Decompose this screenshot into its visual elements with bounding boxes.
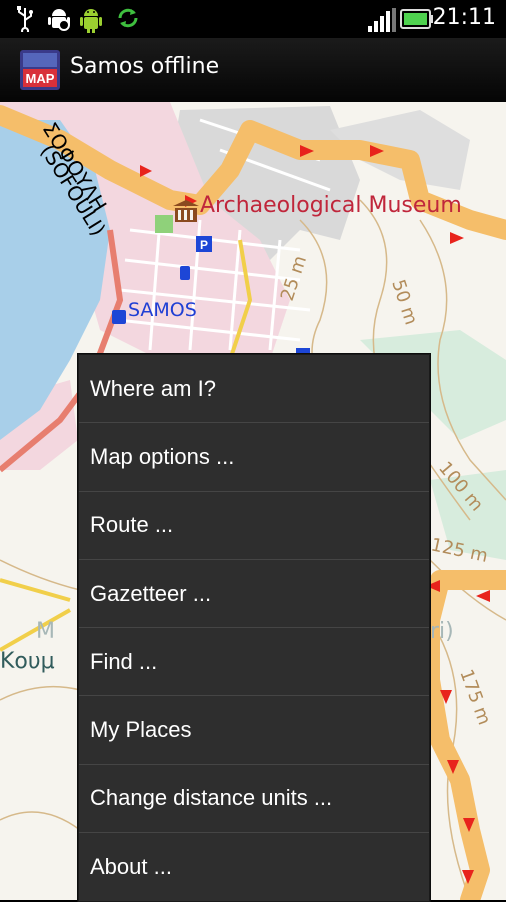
android-debug-icon: [48, 9, 70, 31]
menu-item-find[interactable]: Find ...: [79, 628, 429, 697]
menu-item-gazetteer[interactable]: Gazetteer ...: [79, 560, 429, 629]
bus-stop-icon: [180, 266, 190, 280]
museum-label: Archaeological Museum: [200, 193, 462, 218]
app-title: Samos offline: [70, 54, 220, 79]
menu-item-about[interactable]: About ...: [79, 833, 429, 901]
app-logo-icon[interactable]: MAP: [20, 50, 60, 90]
sync-icon: [118, 8, 138, 28]
town-label: SAMOS: [128, 299, 197, 321]
menu-item-route[interactable]: Route ...: [79, 492, 429, 560]
place-label-partial: Κουμ: [0, 649, 55, 674]
park-square: [155, 215, 173, 233]
signal-icon: [368, 8, 396, 32]
bus-stop-icon: [112, 310, 126, 324]
menu-item-change-distance-units[interactable]: Change distance units ...: [79, 765, 429, 834]
android-icon: [80, 9, 102, 33]
options-menu: Where am I? Map options ... Route ... Ga…: [78, 354, 430, 902]
place-label-partial: Μ: [36, 619, 55, 644]
app-logo-text: MAP: [26, 71, 55, 86]
parking-icon: P: [196, 236, 212, 252]
status-clock: 21:11: [432, 5, 496, 30]
menu-item-my-places[interactable]: My Places: [79, 696, 429, 765]
battery-icon: [400, 9, 433, 29]
menu-item-map-options[interactable]: Map options ...: [79, 423, 429, 492]
svg-text:P: P: [200, 238, 208, 252]
menu-item-where-am-i[interactable]: Where am I?: [79, 355, 429, 424]
usb-icon: [17, 6, 33, 32]
action-bar: MAP Samos offline: [0, 38, 506, 103]
place-label-partial: ri): [430, 619, 454, 644]
status-bar: 21:11: [0, 0, 506, 38]
